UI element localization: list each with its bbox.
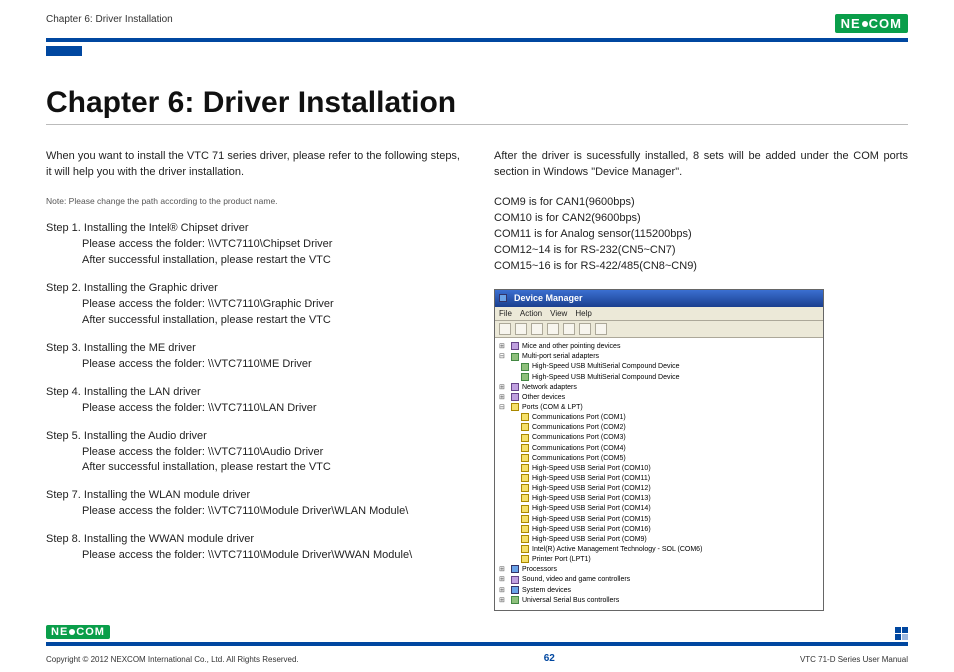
- menu-bar: FileActionViewHelp: [495, 307, 823, 322]
- sound-icon: [511, 576, 519, 584]
- tree-node: Sound, video and game controllers: [501, 575, 821, 585]
- tree-leaf: High-Speed USB MultiSerial Compound Devi…: [501, 373, 821, 383]
- step-heading: Step 7. Installing the WLAN module drive…: [46, 488, 460, 504]
- device-tree: Mice and other pointing devices Multi-po…: [495, 338, 823, 610]
- step-heading: Step 8. Installing the WWAN module drive…: [46, 532, 460, 548]
- com-port-list: COM9 is for CAN1(9600bps) COM10 is for C…: [494, 195, 908, 275]
- port-icon: [511, 403, 519, 411]
- mouse-icon: [511, 342, 519, 350]
- page-number: 62: [544, 653, 555, 664]
- window-titlebar: Device Manager: [495, 290, 823, 307]
- network-icon: [511, 383, 519, 391]
- footer-decor-icon: [895, 627, 908, 640]
- step-heading: Step 2. Installing the Graphic driver: [46, 281, 460, 297]
- tree-node: Processors: [501, 565, 821, 575]
- device-manager-screenshot: Device Manager FileActionViewHelp Mice a…: [494, 289, 824, 611]
- logo-nexcom: NECOM: [835, 14, 908, 33]
- tree-node: Other devices: [501, 393, 821, 403]
- cpu-icon: [511, 565, 519, 573]
- footer-logo: NECOM: [46, 622, 110, 640]
- usb-icon: [511, 596, 519, 604]
- tree-node: System devices: [501, 586, 821, 596]
- step-heading: Step 4. Installing the LAN driver: [46, 385, 460, 401]
- toolbar: [495, 321, 823, 338]
- copyright: Copyright © 2012 NEXCOM International Co…: [46, 655, 299, 664]
- right-column: After the driver is sucessfully installe…: [494, 149, 908, 611]
- tree-node-ports: Ports (COM & LPT): [501, 403, 821, 413]
- page-title: Chapter 6: Driver Installation: [46, 86, 908, 120]
- system-icon: [511, 586, 519, 594]
- tree-node: Universal Serial Bus controllers: [501, 596, 821, 606]
- left-column: When you want to install the VTC 71 seri…: [46, 149, 460, 611]
- header-rule: [46, 38, 908, 42]
- step-heading: Step 5. Installing the Audio driver: [46, 429, 460, 445]
- tree-leaf: High-Speed USB MultiSerial Compound Devi…: [501, 362, 821, 372]
- manual-name: VTC 71-D Series User Manual: [800, 655, 908, 664]
- step-heading: Step 1. Installing the Intel® Chipset dr…: [46, 221, 460, 237]
- intro-text: When you want to install the VTC 71 seri…: [46, 149, 460, 181]
- breadcrumb: Chapter 6: Driver Installation: [46, 14, 173, 25]
- toolbar-icon: [499, 323, 511, 335]
- monitor-icon: [499, 294, 507, 302]
- footer-rule: [46, 642, 908, 646]
- usb-icon: [511, 353, 519, 361]
- header-accent: [46, 46, 82, 56]
- tree-node: Mice and other pointing devices: [501, 342, 821, 352]
- tree-node: Network adapters: [501, 383, 821, 393]
- step-heading: Step 3. Installing the ME driver: [46, 341, 460, 357]
- note-text: Note: Please change the path according t…: [46, 195, 460, 207]
- tree-node-multiport: Multi-port serial adapters: [501, 352, 821, 362]
- title-rule: [46, 124, 908, 125]
- right-intro: After the driver is sucessfully installe…: [494, 149, 908, 181]
